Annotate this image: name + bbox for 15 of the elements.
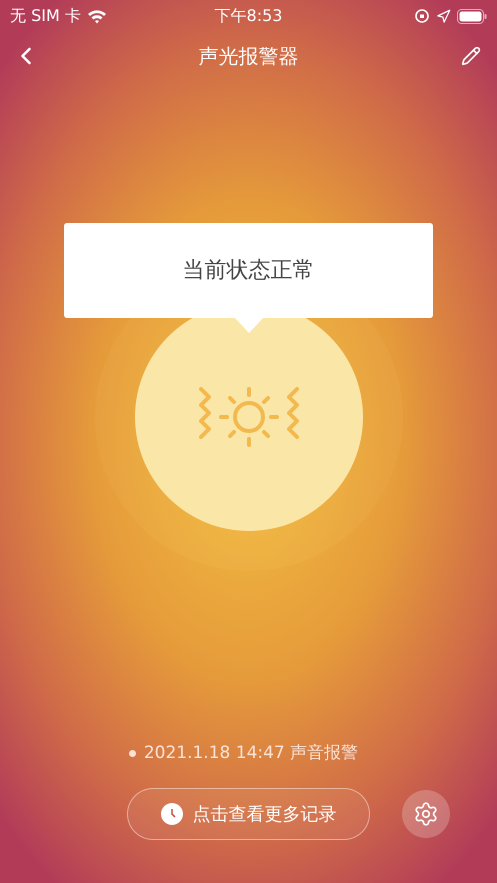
gear-icon [413, 801, 439, 827]
battery-icon [457, 8, 487, 24]
location-arrow-icon [436, 8, 451, 24]
rotation-lock-icon [414, 8, 430, 24]
wifi-icon [86, 8, 107, 24]
settings-button[interactable] [402, 790, 450, 838]
last-record-text: 2021.1.18 14:47 声音报警 [144, 742, 358, 764]
status-popup: 当前状态正常 [64, 223, 433, 318]
carrier-name: 无 SIM 卡 [10, 5, 81, 27]
clock-icon [160, 803, 182, 825]
clock-time: 下午8:53 [214, 5, 282, 27]
more-records-button[interactable]: 点击查看更多记录 [127, 788, 370, 840]
page-title: 声光报警器 [198, 43, 298, 70]
popup-pointer [234, 318, 262, 333]
pencil-icon [461, 46, 481, 66]
